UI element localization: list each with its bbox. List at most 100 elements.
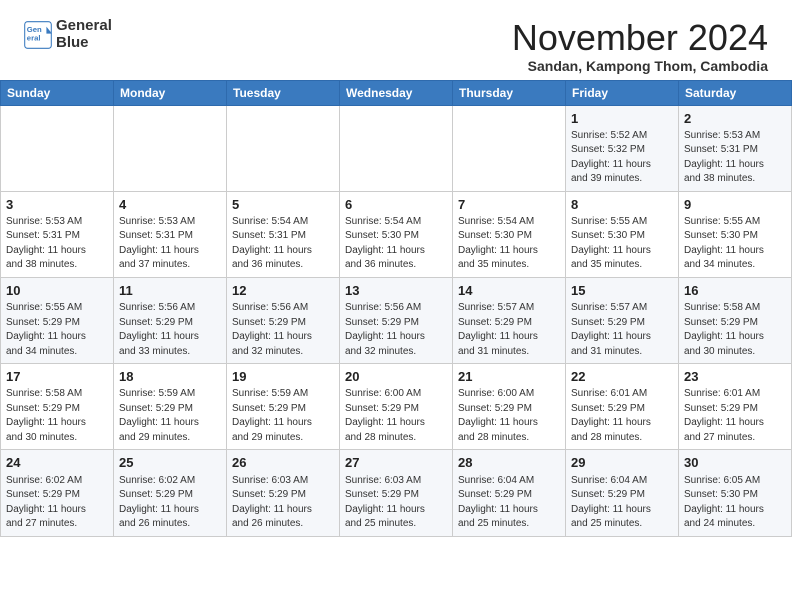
cell-day-number: 23 (684, 368, 786, 386)
cell-info: Sunrise: 6:04 AM Sunset: 5:29 PM Dayligh… (458, 474, 560, 532)
cell-day-number: 29 (571, 454, 673, 472)
weekday-header-thursday: Thursday (453, 80, 566, 105)
cell-info: Sunrise: 6:00 AM Sunset: 5:29 PM Dayligh… (345, 387, 447, 445)
weekday-header-sunday: Sunday (1, 80, 114, 105)
cell-day-number: 7 (458, 196, 560, 214)
cell-day-number: 3 (6, 196, 108, 214)
cell-info: Sunrise: 5:53 AM Sunset: 5:31 PM Dayligh… (684, 129, 786, 187)
cell-day-number: 17 (6, 368, 108, 386)
cell-day-number: 6 (345, 196, 447, 214)
logo-text: General Blue (56, 18, 112, 51)
cell-info: Sunrise: 6:04 AM Sunset: 5:29 PM Dayligh… (571, 474, 673, 532)
cell-info: Sunrise: 6:03 AM Sunset: 5:29 PM Dayligh… (345, 474, 447, 532)
cell-info: Sunrise: 6:02 AM Sunset: 5:29 PM Dayligh… (6, 474, 108, 532)
calendar-cell: 13Sunrise: 5:56 AM Sunset: 5:29 PM Dayli… (340, 277, 453, 363)
cell-day-number: 20 (345, 368, 447, 386)
cell-day-number: 13 (345, 282, 447, 300)
calendar-cell: 28 Sunrise: 6:04 AM Sunset: 5:29 PM Dayli… (453, 450, 566, 536)
calendar-week-4: 17Sunrise: 5:58 AM Sunset: 5:29 PM Dayli… (1, 364, 792, 450)
cell-day-number: 5 (232, 196, 334, 214)
weekday-header-friday: Friday (566, 80, 679, 105)
cell-info: Sunrise: 6:05 AM Sunset: 5:30 PM Dayligh… (684, 474, 786, 532)
cell-info: Sunrise: 5:55 AM Sunset: 5:30 PM Dayligh… (684, 215, 786, 273)
calendar-cell: 21Sunrise: 6:00 AM Sunset: 5:29 PM Dayli… (453, 364, 566, 450)
weekday-header-wednesday: Wednesday (340, 80, 453, 105)
calendar-cell: 30 Sunrise: 6:05 AM Sunset: 5:30 PM Dayli… (679, 450, 792, 536)
calendar-cell: 12Sunrise: 5:56 AM Sunset: 5:29 PM Dayli… (227, 277, 340, 363)
weekday-header-saturday: Saturday (679, 80, 792, 105)
cell-day-number: 1 (571, 110, 673, 128)
cell-info: Sunrise: 5:57 AM Sunset: 5:29 PM Dayligh… (458, 301, 560, 359)
weekday-header-row: SundayMondayTuesdayWednesdayThursdayFrid… (1, 80, 792, 105)
calendar-week-2: 3Sunrise: 5:53 AM Sunset: 5:31 PM Daylig… (1, 191, 792, 277)
calendar-cell (1, 105, 114, 191)
cell-day-number: 19 (232, 368, 334, 386)
calendar-cell: 18Sunrise: 5:59 AM Sunset: 5:29 PM Dayli… (114, 364, 227, 450)
calendar-cell (340, 105, 453, 191)
cell-info: Sunrise: 5:58 AM Sunset: 5:29 PM Dayligh… (684, 301, 786, 359)
cell-day-number: 4 (119, 196, 221, 214)
calendar-cell: 19Sunrise: 5:59 AM Sunset: 5:29 PM Dayli… (227, 364, 340, 450)
cell-info: Sunrise: 5:56 AM Sunset: 5:29 PM Dayligh… (119, 301, 221, 359)
page: Gen eral General Blue November 2024 Sand… (0, 0, 792, 612)
calendar-cell: 8Sunrise: 5:55 AM Sunset: 5:30 PM Daylig… (566, 191, 679, 277)
calendar-cell (453, 105, 566, 191)
calendar-cell: 1Sunrise: 5:52 AM Sunset: 5:32 PM Daylig… (566, 105, 679, 191)
cell-info: Sunrise: 5:54 AM Sunset: 5:30 PM Dayligh… (458, 215, 560, 273)
title-block: November 2024 Sandan, Kampong Thom, Camb… (512, 18, 768, 74)
calendar-cell (227, 105, 340, 191)
calendar-cell: 27 Sunrise: 6:03 AM Sunset: 5:29 PM Dayli… (340, 450, 453, 536)
month-title: November 2024 (512, 18, 768, 58)
logo-icon: Gen eral (24, 21, 52, 49)
cell-info: Sunrise: 5:55 AM Sunset: 5:30 PM Dayligh… (571, 215, 673, 273)
cell-day-number: 14 (458, 282, 560, 300)
logo-line1: General (56, 18, 112, 35)
cell-info: Sunrise: 6:02 AM Sunset: 5:29 PM Dayligh… (119, 474, 221, 532)
weekday-header-tuesday: Tuesday (227, 80, 340, 105)
cell-day-number: 22 (571, 368, 673, 386)
calendar-cell: 20Sunrise: 6:00 AM Sunset: 5:29 PM Dayli… (340, 364, 453, 450)
calendar-cell: 26 Sunrise: 6:03 AM Sunset: 5:29 PM Dayli… (227, 450, 340, 536)
weekday-header-monday: Monday (114, 80, 227, 105)
cell-info: Sunrise: 6:01 AM Sunset: 5:29 PM Dayligh… (684, 387, 786, 445)
calendar-cell: 17Sunrise: 5:58 AM Sunset: 5:29 PM Dayli… (1, 364, 114, 450)
calendar-cell: 7Sunrise: 5:54 AM Sunset: 5:30 PM Daylig… (453, 191, 566, 277)
svg-text:Gen: Gen (27, 25, 42, 34)
cell-day-number: 25 (119, 454, 221, 472)
calendar-cell: 10Sunrise: 5:55 AM Sunset: 5:29 PM Dayli… (1, 277, 114, 363)
calendar-cell: 6Sunrise: 5:54 AM Sunset: 5:30 PM Daylig… (340, 191, 453, 277)
cell-info: Sunrise: 6:03 AM Sunset: 5:29 PM Dayligh… (232, 474, 334, 532)
cell-info: Sunrise: 5:54 AM Sunset: 5:30 PM Dayligh… (345, 215, 447, 273)
cell-info: Sunrise: 5:56 AM Sunset: 5:29 PM Dayligh… (232, 301, 334, 359)
cell-day-number: 30 (684, 454, 786, 472)
calendar-wrap: SundayMondayTuesdayWednesdayThursdayFrid… (0, 80, 792, 537)
cell-info: Sunrise: 5:59 AM Sunset: 5:29 PM Dayligh… (232, 387, 334, 445)
cell-day-number: 24 (6, 454, 108, 472)
calendar-cell: 29 Sunrise: 6:04 AM Sunset: 5:29 PM Dayli… (566, 450, 679, 536)
calendar-cell: 11Sunrise: 5:56 AM Sunset: 5:29 PM Dayli… (114, 277, 227, 363)
cell-day-number: 15 (571, 282, 673, 300)
cell-day-number: 10 (6, 282, 108, 300)
cell-day-number: 27 (345, 454, 447, 472)
calendar-week-1: 1Sunrise: 5:52 AM Sunset: 5:32 PM Daylig… (1, 105, 792, 191)
cell-info: Sunrise: 5:56 AM Sunset: 5:29 PM Dayligh… (345, 301, 447, 359)
calendar-cell: 24 Sunrise: 6:02 AM Sunset: 5:29 PM Dayli… (1, 450, 114, 536)
cell-day-number: 21 (458, 368, 560, 386)
calendar-cell: 16Sunrise: 5:58 AM Sunset: 5:29 PM Dayli… (679, 277, 792, 363)
location-subtitle: Sandan, Kampong Thom, Cambodia (512, 58, 768, 74)
calendar-cell: 2Sunrise: 5:53 AM Sunset: 5:31 PM Daylig… (679, 105, 792, 191)
cell-day-number: 18 (119, 368, 221, 386)
cell-info: Sunrise: 5:55 AM Sunset: 5:29 PM Dayligh… (6, 301, 108, 359)
cell-info: Sunrise: 6:00 AM Sunset: 5:29 PM Dayligh… (458, 387, 560, 445)
cell-day-number: 28 (458, 454, 560, 472)
header: Gen eral General Blue November 2024 Sand… (0, 0, 792, 80)
cell-day-number: 2 (684, 110, 786, 128)
cell-info: Sunrise: 5:57 AM Sunset: 5:29 PM Dayligh… (571, 301, 673, 359)
cell-day-number: 9 (684, 196, 786, 214)
cell-info: Sunrise: 6:01 AM Sunset: 5:29 PM Dayligh… (571, 387, 673, 445)
calendar-body: 1Sunrise: 5:52 AM Sunset: 5:32 PM Daylig… (1, 105, 792, 536)
cell-day-number: 26 (232, 454, 334, 472)
cell-day-number: 12 (232, 282, 334, 300)
cell-info: Sunrise: 5:53 AM Sunset: 5:31 PM Dayligh… (6, 215, 108, 273)
cell-info: Sunrise: 5:54 AM Sunset: 5:31 PM Dayligh… (232, 215, 334, 273)
